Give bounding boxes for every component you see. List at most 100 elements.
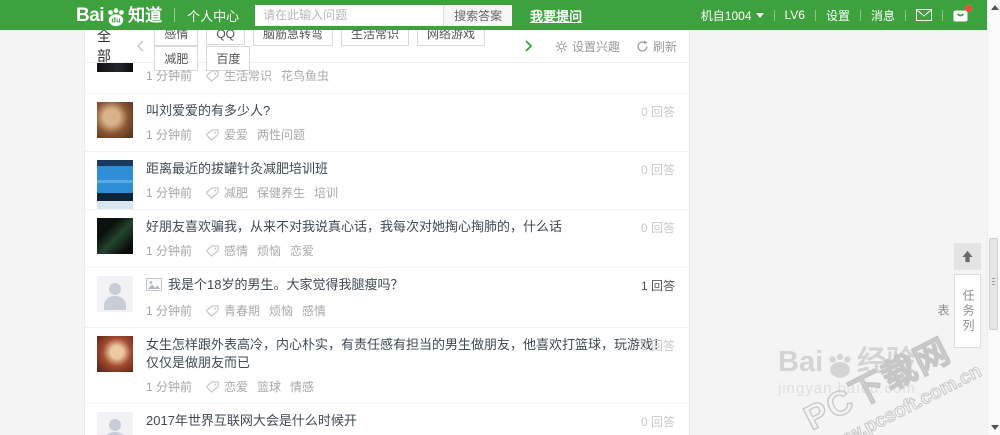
search-answers-button[interactable]: 搜索答案 xyxy=(443,5,512,26)
question-list: 1 分钟前生活常识花鸟鱼虫叫刘爱爱的有多少人?1 分钟前爱爱两性问题0 回答距离… xyxy=(85,63,689,435)
question-tag-link[interactable]: 保健养生 xyxy=(257,184,305,201)
question-title[interactable]: 好朋友喜欢骗我，从来不对我说真心话，我每次对她掏心掏肺的，什么话 xyxy=(146,218,666,236)
baidu-paw-icon: du xyxy=(105,7,127,27)
question-time: 1 分钟前 xyxy=(146,378,192,395)
question-avatar[interactable] xyxy=(97,412,133,435)
tag-icon xyxy=(206,70,219,82)
question-title[interactable]: 2017年世界互联网大会是什么时候开 xyxy=(146,412,666,430)
question-tag-link[interactable]: 生活常识 xyxy=(224,67,272,84)
content-card: 全部 感情QQ脑筋急转弯生活常识网络游戏减肥百度 设置兴趣 刷新 1 分钟前生活… xyxy=(84,30,690,435)
answer-count: 0 回答 xyxy=(641,337,675,354)
watermark-baidu-logo: Bai 经验 xyxy=(778,348,1000,377)
tag-icon xyxy=(206,187,219,199)
question-avatar[interactable] xyxy=(97,63,133,72)
question-tag-link[interactable]: 烦恼 xyxy=(269,302,293,319)
svg-text:du: du xyxy=(112,15,121,24)
question-tag-link[interactable]: 培训 xyxy=(314,184,338,201)
question-tag-link[interactable]: 两性问题 xyxy=(257,126,305,143)
question-title-text: 叫刘爱爱的有多少人? xyxy=(146,103,270,118)
scrollbar-down-arrow-icon[interactable] xyxy=(991,425,999,430)
question-title-text: 2017年世界互联网大会是什么时候开 xyxy=(146,413,357,428)
settings-link[interactable]: 设置 xyxy=(826,7,850,24)
watermark-cn-text: 经验 xyxy=(857,348,915,377)
baidu-zhidao-logo[interactable]: Bai du 知道 xyxy=(76,6,162,25)
question-title[interactable]: 叫刘爱爱的有多少人? xyxy=(146,102,666,120)
gear-icon xyxy=(555,40,568,53)
set-interest-button[interactable]: 设置兴趣 xyxy=(555,38,620,55)
watermark-pcsite: PC下载网 xyxy=(794,315,975,435)
question-time: 1 分钟前 xyxy=(146,126,192,143)
question-row: 2017年世界互联网大会是什么时候开1 分钟前互联网网络0 回答 xyxy=(85,403,689,435)
question-avatar[interactable] xyxy=(97,276,133,312)
question-time: 1 分钟前 xyxy=(146,184,192,201)
question-avatar[interactable] xyxy=(97,160,133,210)
question-tag-link[interactable]: 感情 xyxy=(302,302,326,319)
divider xyxy=(860,10,861,21)
answer-count: 0 回答 xyxy=(641,413,675,430)
question-title[interactable]: 我是个18岁的男生。大家觉得我腿瘦吗？ xyxy=(146,276,666,296)
logo-text-bai: Bai xyxy=(76,6,104,25)
scrollbar-thumb[interactable] xyxy=(989,238,998,330)
scroll-left-icon[interactable] xyxy=(136,40,144,52)
shop-bag-icon[interactable] xyxy=(953,8,968,22)
question-title-text: 好朋友喜欢骗我，从来不对我说真心话，我每次对她掏心掏肺的，什么话 xyxy=(146,219,562,234)
question-row: 1 分钟前生活常识花鸟鱼虫 xyxy=(85,63,689,93)
question-tag-link[interactable]: 青春期 xyxy=(224,302,260,319)
username-dropdown[interactable]: 机自1004 xyxy=(701,7,764,24)
arrow-up-icon xyxy=(961,250,974,263)
question-meta: 1 分钟前 恋爱篮球情感 xyxy=(146,378,677,395)
question-title-text: 距离最近的拔罐针灸减肥培训班 xyxy=(146,161,328,176)
divider xyxy=(774,10,775,21)
question-row: 我是个18岁的男生。大家觉得我腿瘦吗？ 1 分钟前 青春期烦恼感情 1 回答 xyxy=(85,267,689,327)
scrollbar-up-arrow-icon[interactable] xyxy=(991,5,999,10)
search-input[interactable] xyxy=(255,5,443,26)
question-time: 1 分钟前 xyxy=(146,302,192,319)
answer-count: 0 回答 xyxy=(641,219,675,236)
question-meta: 1 分钟前 爱爱两性问题 xyxy=(146,126,677,143)
refresh-button[interactable]: 刷新 xyxy=(636,38,677,55)
question-tag-link[interactable]: 爱爱 xyxy=(224,126,248,143)
divider xyxy=(905,10,906,21)
question-tag-link[interactable]: 烦恼 xyxy=(257,242,281,259)
watermark-paw-icon xyxy=(825,352,855,379)
question-tag-link[interactable]: 恋爱 xyxy=(224,378,248,395)
divider xyxy=(815,10,816,21)
header: Bai du 知道 个人中心 搜索答案 我要提问 机自1004 LV6 设置 消… xyxy=(0,0,1000,30)
mail-icon[interactable] xyxy=(916,9,932,21)
question-avatar[interactable] xyxy=(97,102,133,138)
question-avatar[interactable] xyxy=(97,336,133,372)
question-row: 叫刘爱爱的有多少人?1 分钟前爱爱两性问题0 回答 xyxy=(85,93,689,151)
question-avatar[interactable] xyxy=(97,218,133,254)
question-tag-link[interactable]: 感情 xyxy=(224,242,248,259)
back-to-top-button[interactable] xyxy=(954,243,981,270)
chevron-down-icon xyxy=(756,13,764,18)
question-meta: 1 分钟前 青春期烦恼感情 xyxy=(146,302,677,319)
question-tag-link[interactable]: 篮球 xyxy=(257,378,281,395)
watermark: Bai 经验 jingyan.baidu.com PC下载网 www.pcsof… xyxy=(778,348,1000,397)
question-title[interactable]: 女生怎样跟外表高冷，内心朴实，有责任感有担当的男生做朋友，他喜欢打篮球，玩游戏！… xyxy=(146,336,666,372)
user-level-link[interactable]: LV6 xyxy=(785,8,805,22)
category-tabbar: 全部 感情QQ脑筋急转弯生活常识网络游戏减肥百度 设置兴趣 刷新 xyxy=(85,30,689,63)
messages-link[interactable]: 消息 xyxy=(871,7,895,24)
question-title[interactable]: 距离最近的拔罐针灸减肥培训班 xyxy=(146,160,666,178)
answer-count: 1 回答 xyxy=(641,277,675,294)
question-tag-link[interactable]: 减肥 xyxy=(224,184,248,201)
tab-all[interactable]: 全部 xyxy=(97,26,120,66)
refresh-icon xyxy=(636,40,649,53)
question-row: 好朋友喜欢骗我，从来不对我说真心话，我每次对她掏心掏肺的，什么话 1 分钟前 感情烦… xyxy=(85,209,689,267)
tag-icon xyxy=(206,129,219,141)
question-meta: 1 分钟前生活常识花鸟鱼虫 xyxy=(146,67,677,84)
ask-question-link[interactable]: 我要提问 xyxy=(530,6,582,25)
scroll-right-icon[interactable] xyxy=(525,40,533,52)
task-list-panel[interactable]: 任务列表 xyxy=(954,274,981,348)
question-row: 女生怎样跟外表高冷，内心朴实，有责任感有担当的男生做朋友，他喜欢打篮球，玩游戏！… xyxy=(85,327,689,403)
page-scrollbar[interactable] xyxy=(987,0,1000,435)
question-tag-link[interactable]: 情感 xyxy=(290,378,314,395)
set-interest-label: 设置兴趣 xyxy=(572,38,620,55)
question-tag-link[interactable]: 花鸟鱼虫 xyxy=(281,67,329,84)
watermark-bai-text: Bai xyxy=(778,348,823,377)
personal-center-link[interactable]: 个人中心 xyxy=(187,6,239,25)
username-label: 机自1004 xyxy=(701,7,752,24)
question-tag-link[interactable]: 恋爱 xyxy=(290,242,314,259)
question-time: 1 分钟前 xyxy=(146,242,192,259)
